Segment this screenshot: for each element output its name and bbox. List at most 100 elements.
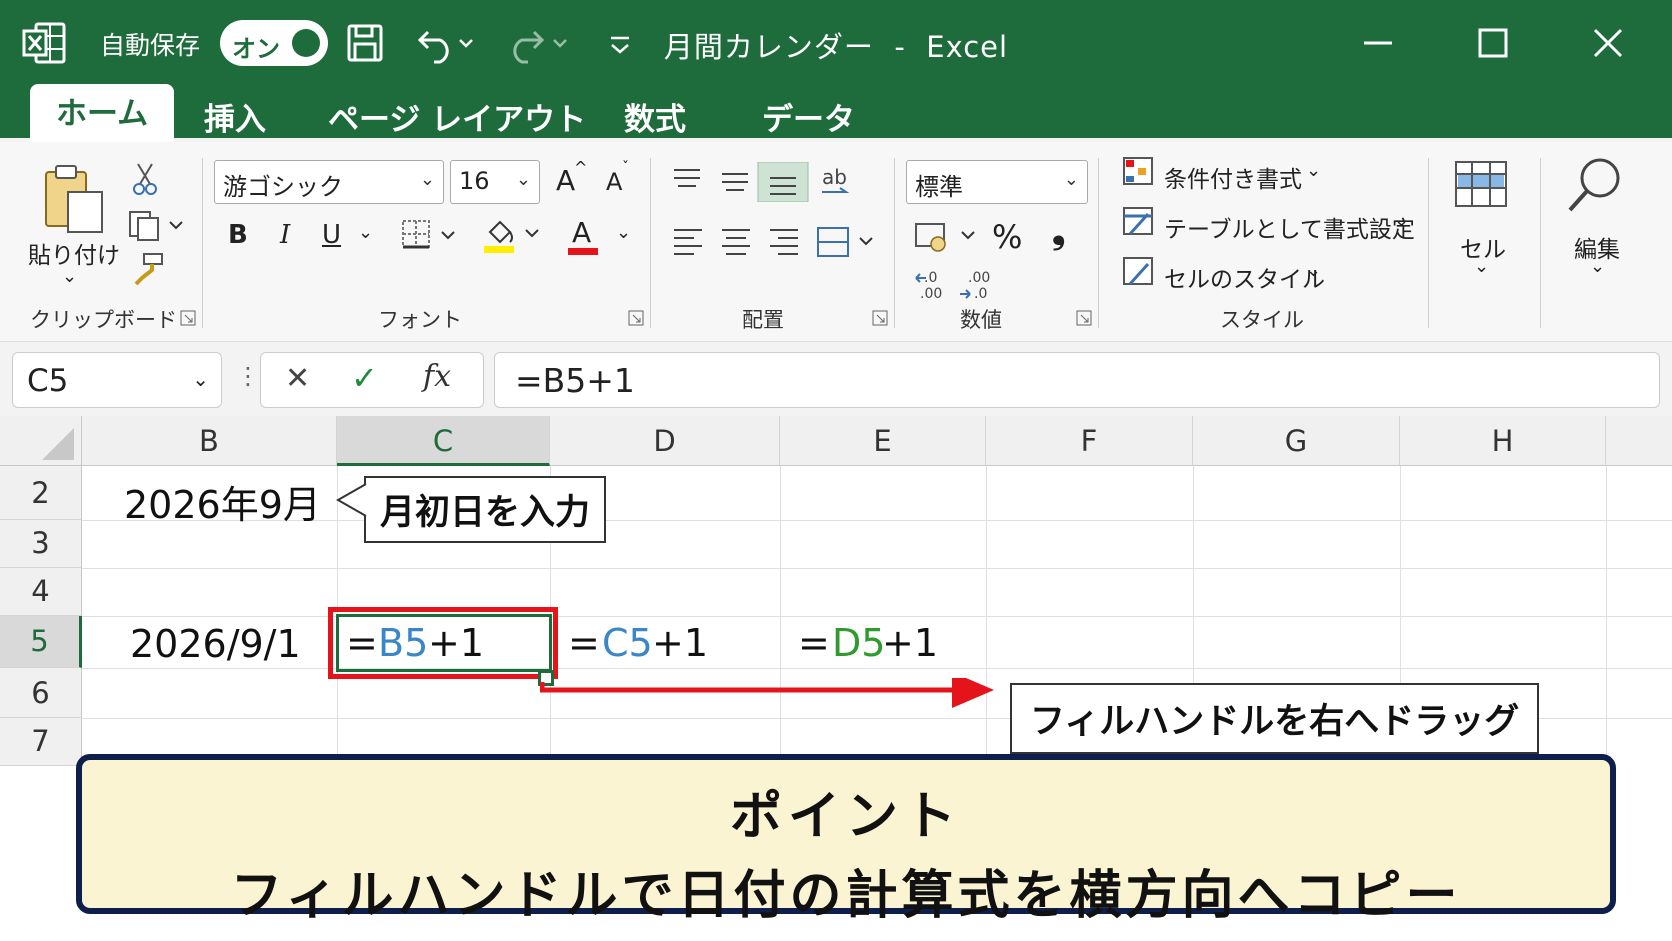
point-text: フィルハンドルで日付の計算式を横方向へコピー <box>230 866 1462 926</box>
cell-d5[interactable]: = C5 +1 <box>560 615 776 669</box>
col-header-c[interactable]: C <box>337 416 550 466</box>
cells-icon[interactable] <box>1454 156 1510 212</box>
font-name-select[interactable]: 游ゴシック ⌄ <box>214 160 444 204</box>
tab-page-layout[interactable]: ページ レイアウト <box>328 94 586 140</box>
comma-button[interactable]: ❟ <box>1052 212 1065 252</box>
search-icon[interactable] <box>1566 156 1626 216</box>
cell-styles-button[interactable]: セルのスタイル <box>1164 260 1325 294</box>
name-box[interactable]: C5 ⌄ <box>12 352 222 408</box>
cell-e5-eq: = <box>798 621 830 665</box>
formula-input[interactable]: =B5+1 <box>494 352 1660 408</box>
select-all-corner[interactable] <box>0 416 82 466</box>
point-title: ポイント <box>729 787 962 847</box>
cell-b2[interactable]: 2026年9月 <box>124 474 321 529</box>
svg-text:.0: .0 <box>924 270 937 286</box>
callout-pointer-icon <box>335 483 368 517</box>
formula-text: =B5+1 <box>515 361 635 400</box>
col-header-next[interactable] <box>1606 416 1672 466</box>
insert-function-button[interactable]: fx <box>423 359 451 394</box>
chevron-down-icon[interactable]: ⌄ <box>1306 260 1321 281</box>
cancel-button[interactable]: ✕ <box>285 361 310 396</box>
bold-button[interactable]: B <box>228 220 248 250</box>
row-header-3[interactable]: 3 <box>0 520 82 568</box>
font-color-dropdown-icon[interactable]: ⌄ <box>616 222 631 243</box>
font-color-button[interactable]: A <box>572 216 591 249</box>
conditional-format-icon[interactable] <box>1122 156 1154 186</box>
callout-drag: フィルハンドルを右へドラッグ <box>1010 683 1540 754</box>
formula-buttons: ✕ ✓ fx <box>260 352 484 408</box>
format-as-table-icon[interactable] <box>1122 206 1154 236</box>
accounting-format-icon[interactable] <box>912 218 982 254</box>
svg-text:ab: ab <box>822 165 847 189</box>
formula-bar: C5 ⌄ ⋮ ✕ ✓ fx =B5+1 <box>0 342 1672 416</box>
col-header-h[interactable]: H <box>1400 416 1606 466</box>
borders-icon[interactable] <box>400 218 460 254</box>
conditional-format-button[interactable]: 条件付き書式 <box>1164 160 1302 194</box>
col-header-b[interactable]: B <box>82 416 337 466</box>
number-launcher-icon[interactable] <box>1076 310 1092 326</box>
grow-font-button[interactable]: A <box>556 164 575 197</box>
chevron-down-icon[interactable]: ⌄ <box>1306 160 1321 181</box>
font-size-select[interactable]: 16 ⌄ <box>450 160 540 204</box>
paste-label[interactable]: 貼り付け <box>28 236 120 270</box>
splitter-handle-icon[interactable]: ⋮ <box>236 362 260 390</box>
font-launcher-icon[interactable] <box>628 310 644 326</box>
row-header-7[interactable]: 7 <box>0 718 82 766</box>
format-as-table-button[interactable]: テーブルとして書式設定 <box>1164 210 1415 244</box>
vertical-align-icons[interactable]: ab <box>670 162 860 202</box>
chevron-down-icon: ⌄ <box>192 367 209 391</box>
tab-insert[interactable]: 挿入 <box>204 94 266 140</box>
percent-button[interactable]: % <box>992 218 1022 256</box>
cell-b5[interactable]: 2026/9/1 <box>130 622 301 666</box>
title-bar: 自動保存 オン 月間カレンダー - Excel ホーム 挿入 ページ レイアウト… <box>0 0 1672 144</box>
col-header-f[interactable]: F <box>986 416 1193 466</box>
separator <box>202 158 203 328</box>
horizontal-align-icons[interactable] <box>670 222 880 262</box>
cell-e5[interactable]: = D5 +1 <box>790 615 986 669</box>
cell-d5-ref: C5 <box>602 621 653 665</box>
paste-icon[interactable] <box>40 162 110 242</box>
row-header-6[interactable]: 6 <box>0 668 82 718</box>
cut-icon[interactable] <box>130 162 160 196</box>
chevron-down-icon[interactable]: ⌄ <box>1394 210 1409 231</box>
number-group-label: 数値 <box>960 308 1002 332</box>
col-header-d[interactable]: D <box>550 416 780 466</box>
alignment-group-label: 配置 <box>742 308 784 332</box>
font-color-swatch <box>568 248 598 255</box>
tab-formulas[interactable]: 数式 <box>624 94 686 140</box>
paste-dropdown-icon[interactable]: ⌄ <box>62 266 77 287</box>
chevron-down-icon[interactable]: ⌄ <box>1590 256 1605 277</box>
format-painter-icon[interactable] <box>132 252 166 286</box>
window-title: 月間カレンダー - Excel <box>663 30 1009 64</box>
clipboard-launcher-icon[interactable] <box>180 310 196 326</box>
font-group-label: フォント <box>378 308 462 332</box>
chevron-down-icon: ⌄ <box>1063 169 1079 190</box>
decimal-buttons-icon[interactable]: .0.00 .00.0 <box>912 264 1002 304</box>
shrink-font-button[interactable]: A <box>606 168 622 196</box>
alignment-launcher-icon[interactable] <box>872 310 888 326</box>
row-header-2[interactable]: 2 <box>0 466 82 520</box>
chevron-down-icon: ⌄ <box>419 169 435 190</box>
italic-button[interactable]: I <box>280 220 290 250</box>
cell-styles-icon[interactable] <box>1122 256 1154 286</box>
underline-dropdown-icon[interactable]: ⌄ <box>358 222 373 243</box>
maximize-icon[interactable] <box>1467 18 1517 68</box>
enter-button[interactable]: ✓ <box>351 359 378 397</box>
minimize-icon[interactable] <box>1352 18 1402 68</box>
cell-d5-rest: +1 <box>652 621 709 665</box>
col-header-g[interactable]: G <box>1193 416 1400 466</box>
close-icon[interactable] <box>1583 18 1633 68</box>
tab-home[interactable]: ホーム <box>30 84 175 144</box>
separator <box>1540 158 1541 328</box>
number-format-select[interactable]: 標準 ⌄ <box>906 160 1088 204</box>
col-header-e[interactable]: E <box>780 416 986 466</box>
underline-button[interactable]: U <box>322 220 341 250</box>
cell-d5-eq: = <box>568 621 600 665</box>
svg-text:.00: .00 <box>968 270 990 286</box>
tab-data[interactable]: データ <box>762 94 855 140</box>
row-header-5[interactable]: 5 <box>0 616 82 668</box>
row-header-4[interactable]: 4 <box>0 568 82 616</box>
fill-color-icon[interactable] <box>482 216 546 256</box>
chevron-down-icon[interactable]: ⌄ <box>1474 256 1489 277</box>
copy-icon[interactable] <box>126 208 186 242</box>
